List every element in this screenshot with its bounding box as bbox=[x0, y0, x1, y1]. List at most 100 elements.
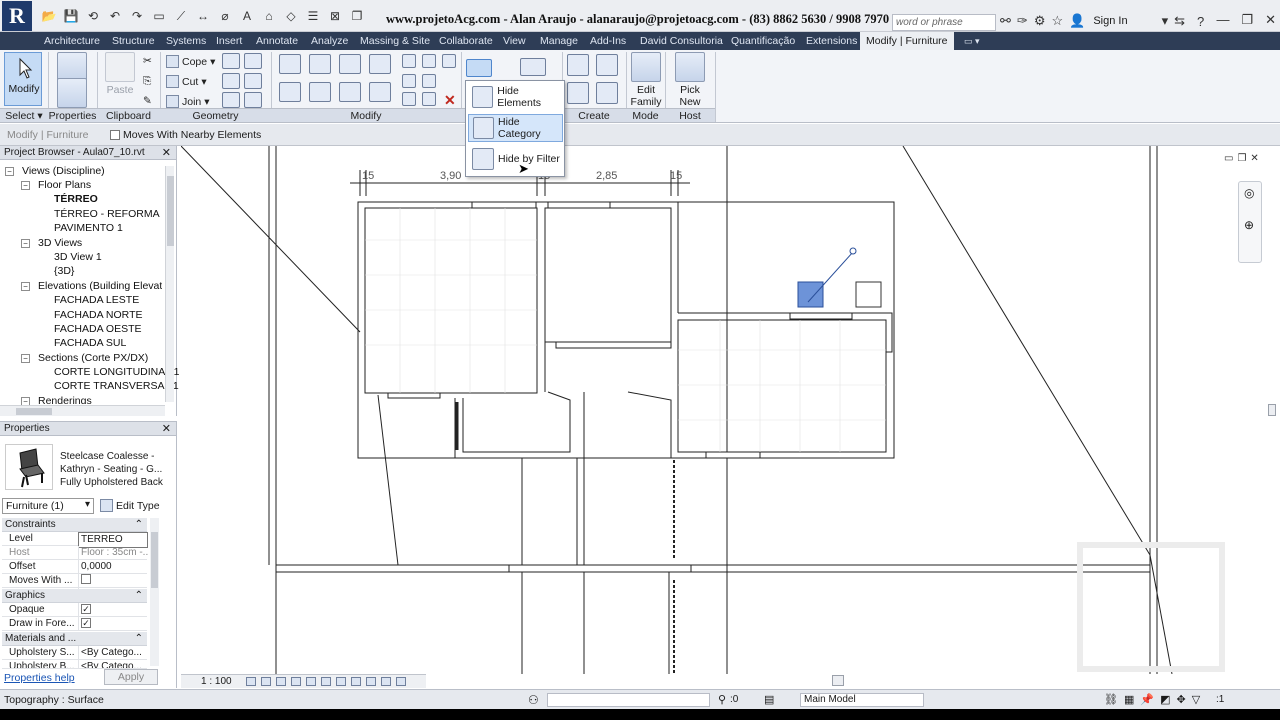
thin-lines-icon[interactable]: ☰ bbox=[304, 8, 322, 24]
active-workset-select[interactable] bbox=[547, 693, 710, 707]
checkbox-icon[interactable] bbox=[81, 574, 91, 584]
delete-icon[interactable]: ✕ bbox=[444, 92, 456, 109]
tree-renderings[interactable]: Renderings bbox=[38, 395, 92, 404]
select-links-icon[interactable]: ⛓ bbox=[1104, 693, 1118, 706]
minimize-icon[interactable]: — bbox=[1216, 12, 1229, 28]
tree-3d-default[interactable]: {3D} bbox=[54, 265, 74, 277]
vertical-scrollbar[interactable] bbox=[1266, 146, 1278, 674]
tree-corte-longitudinal[interactable]: CORTE LONGITUDINAL 1 bbox=[54, 366, 179, 378]
shadows-icon[interactable] bbox=[291, 677, 301, 686]
hide-in-view-button[interactable] bbox=[466, 59, 492, 77]
cope-button[interactable]: Cope ▾ bbox=[166, 55, 215, 68]
checkbox-icon[interactable] bbox=[81, 604, 91, 614]
remove-paint-icon[interactable] bbox=[244, 73, 262, 89]
select-by-face-icon[interactable]: ◩ bbox=[1160, 693, 1170, 706]
properties-scrollbar[interactable] bbox=[150, 518, 159, 666]
close-icon[interactable]: ✕ bbox=[162, 422, 171, 436]
tree-views[interactable]: Views (Discipline) bbox=[22, 165, 105, 177]
select-pinned-icon[interactable]: 📌 bbox=[1140, 693, 1154, 706]
create-assembly-icon[interactable] bbox=[567, 54, 589, 76]
help-search-input[interactable]: word or phrase bbox=[892, 14, 996, 31]
tree-fachada-norte[interactable]: FACHADA NORTE bbox=[54, 309, 143, 321]
trim-icon[interactable] bbox=[369, 82, 391, 102]
exchange-icon[interactable]: ⇆ bbox=[1174, 13, 1185, 29]
tab-add-ins[interactable]: Add-Ins bbox=[590, 32, 626, 50]
moves-with-nearby-checkbox[interactable]: Moves With Nearby Elements bbox=[110, 129, 261, 141]
close-icon[interactable]: ✕ bbox=[1265, 12, 1276, 28]
zoom-icon[interactable]: ⊕ bbox=[1244, 218, 1254, 232]
redo-icon[interactable]: ↷ bbox=[128, 8, 146, 24]
tree-fachada-sul[interactable]: FACHADA SUL bbox=[54, 337, 126, 349]
copy-modify-icon[interactable] bbox=[309, 82, 331, 102]
tree-toggle-icon[interactable]: − bbox=[21, 239, 30, 248]
temp-hide-icon[interactable] bbox=[336, 677, 346, 686]
measure-icon[interactable]: ⟋ bbox=[172, 8, 190, 24]
properties-toggle-button[interactable] bbox=[55, 78, 89, 110]
tab-systems[interactable]: Systems bbox=[166, 32, 206, 50]
match-type-icon[interactable]: ✎ bbox=[143, 95, 152, 107]
user-icon[interactable]: 👤 bbox=[1069, 13, 1085, 29]
tab-view[interactable]: View bbox=[503, 32, 526, 50]
wall-joins-icon[interactable] bbox=[222, 53, 240, 69]
tree-3d-view-1[interactable]: 3D View 1 bbox=[54, 251, 102, 263]
close-icon[interactable]: ✕ bbox=[1250, 153, 1258, 164]
chevron-down-icon[interactable]: ▾ bbox=[1162, 13, 1169, 29]
rotate-icon[interactable] bbox=[339, 82, 361, 102]
cut-geometry-button[interactable]: Cut ▾ bbox=[166, 75, 207, 88]
dimension-icon[interactable]: ↔ bbox=[194, 8, 212, 24]
move-icon[interactable] bbox=[279, 82, 301, 102]
favorites-icon[interactable]: ☆ bbox=[1051, 13, 1063, 29]
navigation-bar[interactable]: ◎ ⊕ bbox=[1238, 181, 1262, 263]
paint-icon[interactable] bbox=[222, 73, 240, 89]
save-icon[interactable]: 💾 bbox=[62, 8, 80, 24]
tree-toggle-icon[interactable]: − bbox=[21, 282, 30, 291]
filter-icon[interactable]: ▽ bbox=[1192, 693, 1200, 706]
switch-windows-icon[interactable]: ❐ bbox=[348, 8, 366, 24]
tab-insert[interactable]: Insert bbox=[216, 32, 242, 50]
drag-elements-icon[interactable]: ✥ bbox=[1176, 693, 1185, 706]
instance-selector[interactable]: Furniture (1) bbox=[2, 498, 94, 514]
analytical-icon[interactable] bbox=[381, 677, 391, 686]
section-icon[interactable]: ◇ bbox=[282, 8, 300, 24]
tree-elevations[interactable]: Elevations (Building Elevation) bbox=[38, 280, 162, 292]
scale-icon[interactable] bbox=[422, 74, 436, 88]
tab-collaborate[interactable]: Collaborate bbox=[439, 32, 493, 50]
split-icon[interactable] bbox=[402, 54, 416, 68]
project-browser-scrollbar[interactable] bbox=[165, 166, 174, 402]
restore-icon[interactable]: ❐ bbox=[1241, 12, 1253, 28]
tab-massing-site[interactable]: Massing & Site bbox=[360, 32, 430, 50]
crop-region-icon[interactable] bbox=[321, 677, 331, 686]
tree-corte-transversal[interactable]: CORTE TRANSVERSAL 1 bbox=[54, 380, 179, 392]
tab-analyze[interactable]: Analyze bbox=[311, 32, 348, 50]
horizontal-scrollbar[interactable] bbox=[426, 674, 1266, 688]
tab-modify-furniture[interactable]: Modify | Furniture bbox=[860, 32, 954, 50]
tab-annotate[interactable]: Annotate bbox=[256, 32, 298, 50]
selected-chair[interactable] bbox=[797, 281, 824, 308]
design-options-icon[interactable]: ▤ bbox=[764, 693, 774, 706]
sun-path-icon[interactable] bbox=[276, 677, 286, 686]
hide-category-item[interactable]: Hide Category bbox=[468, 114, 563, 142]
mirror-axis-icon[interactable] bbox=[339, 54, 361, 74]
split-face-icon[interactable] bbox=[244, 53, 262, 69]
tree-terreo[interactable]: TÉRREO bbox=[54, 193, 98, 205]
subscription-icon[interactable]: ✑ bbox=[1017, 13, 1028, 29]
create-parts-icon[interactable] bbox=[596, 54, 618, 76]
tree-floor-plans[interactable]: Floor Plans bbox=[38, 179, 91, 191]
edit-type-button[interactable]: Edit Type bbox=[100, 499, 160, 512]
group-graphics[interactable]: Graphics ⌃ bbox=[2, 589, 147, 603]
trim-extend-icon[interactable] bbox=[422, 92, 436, 106]
tab-structure[interactable]: Structure bbox=[112, 32, 155, 50]
select-underlay-icon[interactable]: ▦ bbox=[1124, 693, 1134, 706]
group-constraints[interactable]: Constraints ⌃ bbox=[2, 518, 147, 532]
tag-icon[interactable]: ⌀ bbox=[216, 8, 234, 24]
tab-manage[interactable]: Manage bbox=[540, 32, 578, 50]
cut-clipboard-icon[interactable]: ✂ bbox=[143, 55, 152, 67]
sync-icon[interactable]: ⟲ bbox=[84, 8, 102, 24]
prop-upholstery-seat[interactable]: Upholstery S... <By Catego... bbox=[2, 646, 147, 660]
text-icon[interactable]: A bbox=[238, 8, 256, 24]
chair[interactable] bbox=[855, 281, 882, 308]
open-icon[interactable]: 📂 bbox=[40, 8, 58, 24]
tree-toggle-icon[interactable]: − bbox=[21, 181, 30, 190]
pick-icon[interactable] bbox=[244, 92, 262, 108]
project-browser-hscrollbar[interactable] bbox=[0, 405, 165, 416]
